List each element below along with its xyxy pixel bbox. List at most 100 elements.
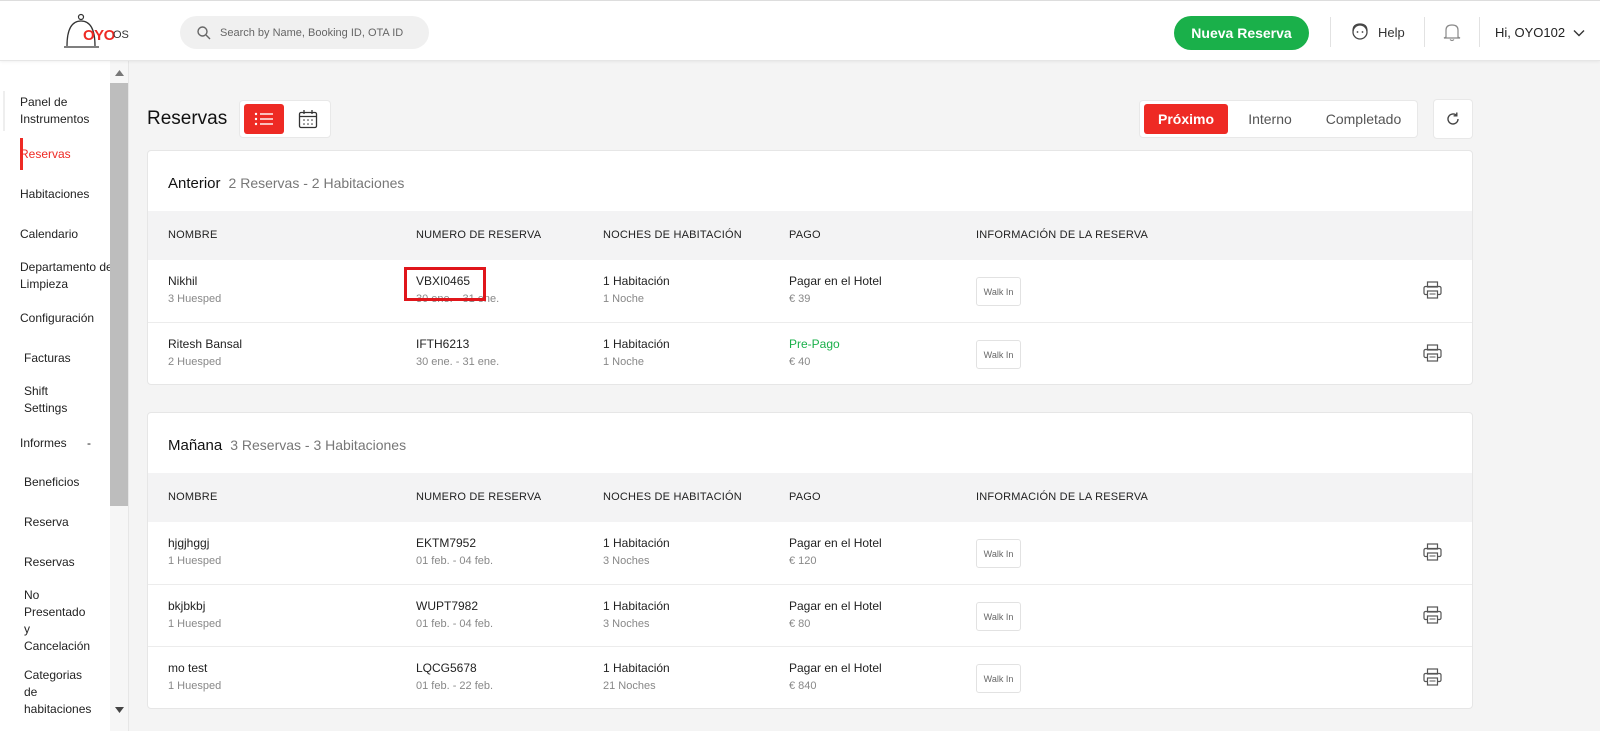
table-header: NOMBRE NUMERO DE RESERVA NOCHES DE HABIT… — [148, 473, 1472, 522]
new-booking-button[interactable]: Nueva Reserva — [1174, 16, 1309, 50]
walk-in-badge: Walk In — [976, 539, 1021, 568]
header-divider — [1479, 17, 1480, 47]
highlight-box — [404, 267, 486, 301]
payment-type: Pagar en el Hotel — [789, 599, 882, 613]
booking-dates: 01 feb. - 04 feb. — [416, 555, 494, 567]
section-title-text: Mañana — [168, 437, 223, 454]
booking-id[interactable]: WUPT7982 — [416, 599, 478, 613]
column-booking-info: INFORMACIÓN DE LA RESERVA — [976, 491, 1149, 503]
payment-amount: € 120 — [789, 555, 817, 567]
booking-id[interactable]: IFTH6213 — [416, 337, 469, 351]
section-previous: Anterior 2 Reservas - 2 Habitaciones NOM… — [147, 150, 1473, 385]
user-menu[interactable]: Hi, OYO102 — [1495, 25, 1585, 40]
list-view-button[interactable] — [244, 104, 284, 134]
table-row[interactable]: Nikhil 3 Huesped VBXI0465 30 ene. - 31 e… — [148, 260, 1472, 322]
column-name: NOMBRE — [168, 229, 218, 241]
help-label: Help — [1378, 24, 1405, 40]
booking-id[interactable]: LQCG5678 — [416, 661, 477, 675]
guest-count: 1 Huesped — [168, 555, 222, 567]
payment-amount: € 840 — [789, 680, 817, 692]
guest-name: Nikhil — [168, 274, 198, 288]
search-icon — [197, 25, 211, 39]
scroll-up-arrow-icon[interactable] — [110, 66, 128, 80]
sidebar: Panel de Instrumentos Reservas Habitacio… — [0, 61, 129, 731]
printer-icon[interactable] — [1423, 668, 1442, 686]
booking-id[interactable]: EKTM7952 — [416, 536, 476, 550]
payment-type: Pagar en el Hotel — [789, 274, 882, 288]
payment-amount: € 40 — [789, 356, 811, 368]
night-count: 1 Noche — [603, 356, 644, 368]
logo-suffix: OS — [113, 29, 129, 41]
section-title-text: Anterior — [168, 175, 221, 192]
guest-count: 1 Huesped — [168, 618, 222, 630]
user-greeting: Hi, OYO102 — [1495, 25, 1566, 40]
search-bar[interactable] — [180, 16, 429, 49]
night-count: 3 Noches — [603, 555, 650, 567]
payment-type: Pagar en el Hotel — [789, 661, 882, 675]
top-header: OYO OS Nueva Reserva Help Hi, OYO102 — [0, 0, 1600, 61]
refresh-icon — [1447, 112, 1459, 125]
search-input[interactable] — [220, 26, 420, 39]
sidebar-item-shift-settings[interactable]: Shift Settings — [24, 383, 94, 417]
refresh-button[interactable] — [1433, 99, 1473, 139]
oyo-logo[interactable]: OYO OS — [63, 13, 133, 53]
scroll-down-arrow-icon[interactable] — [110, 703, 128, 717]
column-payment: PAGO — [789, 491, 821, 503]
tab-in-house[interactable]: Interno — [1228, 104, 1312, 134]
table-row[interactable]: hjgjhggj 1 Huesped EKTM7952 01 feb. - 04… — [148, 522, 1472, 584]
printer-icon[interactable] — [1423, 344, 1442, 362]
payment-amount: € 39 — [789, 293, 811, 305]
view-toggle — [239, 100, 331, 138]
sidebar-item-room-categories[interactable]: Categorias de habitaciones — [24, 667, 98, 718]
guest-name: bkjbkbj — [168, 599, 206, 613]
walk-in-badge: Walk In — [976, 277, 1021, 306]
logo-text: OYO — [83, 27, 115, 44]
room-count: 1 Habitación — [603, 599, 670, 613]
booking-dates: 01 feb. - 04 feb. — [416, 618, 494, 630]
table-row[interactable]: bkjbkbj 1 Huesped WUPT7982 01 feb. - 04 … — [148, 584, 1472, 646]
reports-collapse-toggle[interactable]: - — [87, 435, 99, 452]
guest-count: 1 Huesped — [168, 680, 222, 692]
sidebar-item-no-show-cancellation[interactable]: No Presentado y Cancelación — [24, 587, 92, 655]
booking-status-tabs: Próximo Interno Completado — [1139, 100, 1418, 138]
room-count: 1 Habitación — [603, 274, 670, 288]
walk-in-badge: Walk In — [976, 340, 1021, 369]
guest-count: 2 Huesped — [168, 356, 222, 368]
printer-icon[interactable] — [1423, 281, 1442, 299]
table-row[interactable]: Ritesh Bansal 2 Huesped IFTH6213 30 ene.… — [148, 322, 1472, 384]
guest-count: 3 Huesped — [168, 293, 222, 305]
sidebar-item-reports[interactable]: Informes — [20, 435, 80, 452]
booking-dates: 30 ene. - 31 ene. — [416, 356, 500, 368]
night-count: 3 Noches — [603, 618, 650, 630]
tab-completed[interactable]: Completado — [1312, 104, 1415, 134]
room-count: 1 Habitación — [603, 661, 670, 675]
column-name: NOMBRE — [168, 491, 218, 503]
page-title: Reservas — [147, 108, 228, 129]
list-icon — [254, 112, 273, 126]
tab-upcoming[interactable]: Próximo — [1144, 104, 1228, 134]
printer-icon[interactable] — [1423, 606, 1442, 624]
table-row[interactable]: mo test 1 Huesped LQCG5678 01 feb. - 22 … — [148, 646, 1472, 708]
header-divider — [1330, 17, 1331, 47]
bell-icon — [1443, 24, 1461, 42]
section-summary: 2 Reservas - 2 Habitaciones — [228, 175, 405, 191]
walk-in-badge: Walk In — [976, 664, 1021, 693]
chevron-down-icon — [1573, 29, 1585, 36]
room-count: 1 Habitación — [603, 536, 670, 550]
payment-amount: € 80 — [789, 618, 811, 630]
column-booking-id: NUMERO DE RESERVA — [416, 491, 542, 503]
calendar-icon — [298, 110, 318, 129]
table-header: NOMBRE NUMERO DE RESERVA NOCHES DE HABIT… — [148, 211, 1472, 260]
printer-icon[interactable] — [1423, 543, 1442, 561]
calendar-view-button[interactable] — [292, 104, 324, 134]
guest-name: Ritesh Bansal — [168, 337, 243, 351]
column-booking-info: INFORMACIÓN DE LA RESERVA — [976, 229, 1149, 241]
notification-button[interactable] — [1443, 22, 1461, 47]
header-divider — [1424, 17, 1425, 47]
walk-in-badge: Walk In — [976, 602, 1021, 631]
payment-type: Pagar en el Hotel — [789, 536, 882, 550]
guest-name: mo test — [168, 661, 208, 675]
sidebar-scroll-thumb[interactable] — [110, 83, 128, 506]
help-button[interactable]: Help — [1350, 22, 1405, 42]
night-count: 1 Noche — [603, 293, 644, 305]
